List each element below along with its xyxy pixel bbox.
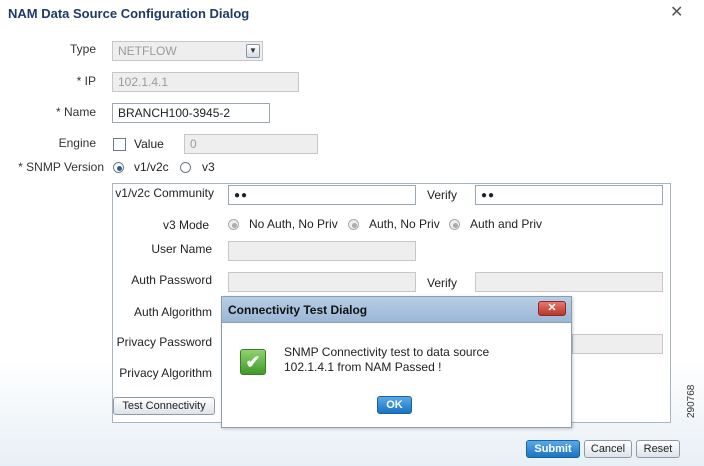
auth-algorithm-label: Auth Algorithm	[133, 305, 212, 319]
close-icon[interactable]: ✕	[538, 301, 566, 316]
mode-noauth-label: No Auth, No Priv	[249, 217, 338, 231]
modal-message-line2: 102.1.4.1 from NAM Passed !	[284, 360, 442, 374]
modal-message: SNMP Connectivity test to data source 10…	[284, 345, 554, 375]
checkmark-icon: ✔	[240, 349, 266, 375]
snmp-v3-radio[interactable]	[180, 162, 191, 173]
type-select-value: NETFLOW	[118, 44, 177, 58]
mode-auth-radio[interactable]	[348, 219, 359, 230]
value-label: Value	[134, 137, 164, 151]
ip-field[interactable]: 102.1.4.1	[112, 72, 299, 92]
connectivity-test-dialog: Connectivity Test Dialog ✕ ✔ SNMP Connec…	[221, 296, 572, 428]
community-label: v1/v2c Community	[115, 186, 214, 200]
community-field[interactable]: ●●	[228, 185, 416, 205]
username-label: User Name	[151, 242, 212, 256]
reset-button[interactable]: Reset	[636, 440, 680, 458]
auth-password-field[interactable]	[228, 272, 416, 292]
auth-verify-field[interactable]	[475, 272, 663, 292]
community-verify-field[interactable]: ●●	[475, 185, 663, 205]
ok-button[interactable]: OK	[377, 396, 412, 414]
mode-authpriv-radio[interactable]	[449, 219, 460, 230]
auth-password-label: Auth Password	[131, 273, 212, 287]
privacy-verify-field[interactable]	[572, 334, 663, 354]
test-connectivity-button[interactable]: Test Connectivity	[113, 397, 215, 415]
type-select[interactable]: NETFLOW ▼	[112, 41, 263, 61]
mode-noauth-radio[interactable]	[228, 219, 239, 230]
figure-id: 290768	[686, 384, 697, 418]
snmp-v3-label: v3	[202, 160, 215, 174]
name-field[interactable]: BRANCH100-3945-2	[112, 103, 270, 123]
type-label: Type	[69, 42, 96, 56]
close-icon[interactable]: ✕	[670, 2, 683, 22]
name-label: * Name	[55, 105, 96, 119]
privacy-algorithm-label: Privacy Algorithm	[119, 366, 212, 380]
submit-button[interactable]: Submit	[526, 440, 580, 458]
v3-mode-label: v3 Mode	[162, 218, 209, 232]
cancel-button[interactable]: Cancel	[584, 440, 632, 458]
snmp-version-label: * SNMP Version	[18, 160, 104, 174]
mode-authpriv-label: Auth and Priv	[470, 217, 543, 231]
ip-label: * IP	[76, 74, 96, 88]
engine-label: Engine	[58, 136, 96, 150]
privacy-password-label: Privacy Password	[116, 335, 212, 349]
modal-header: Connectivity Test Dialog ✕	[222, 297, 571, 323]
snmp-v1v2c-label: v1/v2c	[134, 160, 169, 174]
dialog-title: NAM Data Source Configuration Dialog	[8, 6, 250, 21]
chevron-down-icon[interactable]: ▼	[246, 44, 260, 58]
username-field[interactable]	[228, 241, 416, 261]
modal-message-line1: SNMP Connectivity test to data source	[284, 345, 490, 359]
modal-title: Connectivity Test Dialog	[228, 303, 368, 317]
mode-auth-label: Auth, No Priv	[369, 217, 440, 231]
engine-value-field[interactable]: 0	[184, 134, 318, 154]
community-verify-label: Verify	[427, 188, 458, 202]
auth-verify-label: Verify	[427, 276, 458, 290]
engine-checkbox[interactable]	[113, 138, 126, 151]
snmp-v1v2c-radio[interactable]	[113, 162, 124, 173]
